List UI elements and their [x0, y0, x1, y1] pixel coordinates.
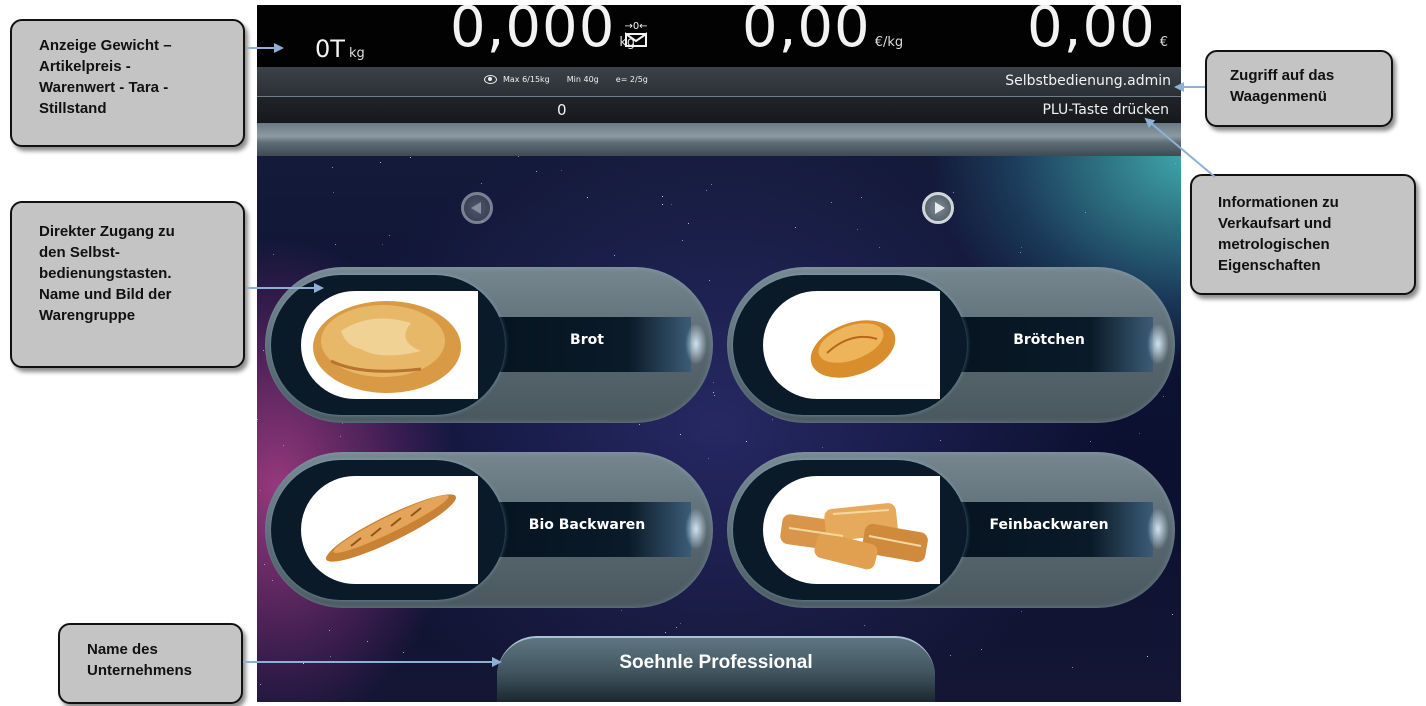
- callout-arrows: [243, 43, 1216, 667]
- arrow-info: [1144, 117, 1216, 178]
